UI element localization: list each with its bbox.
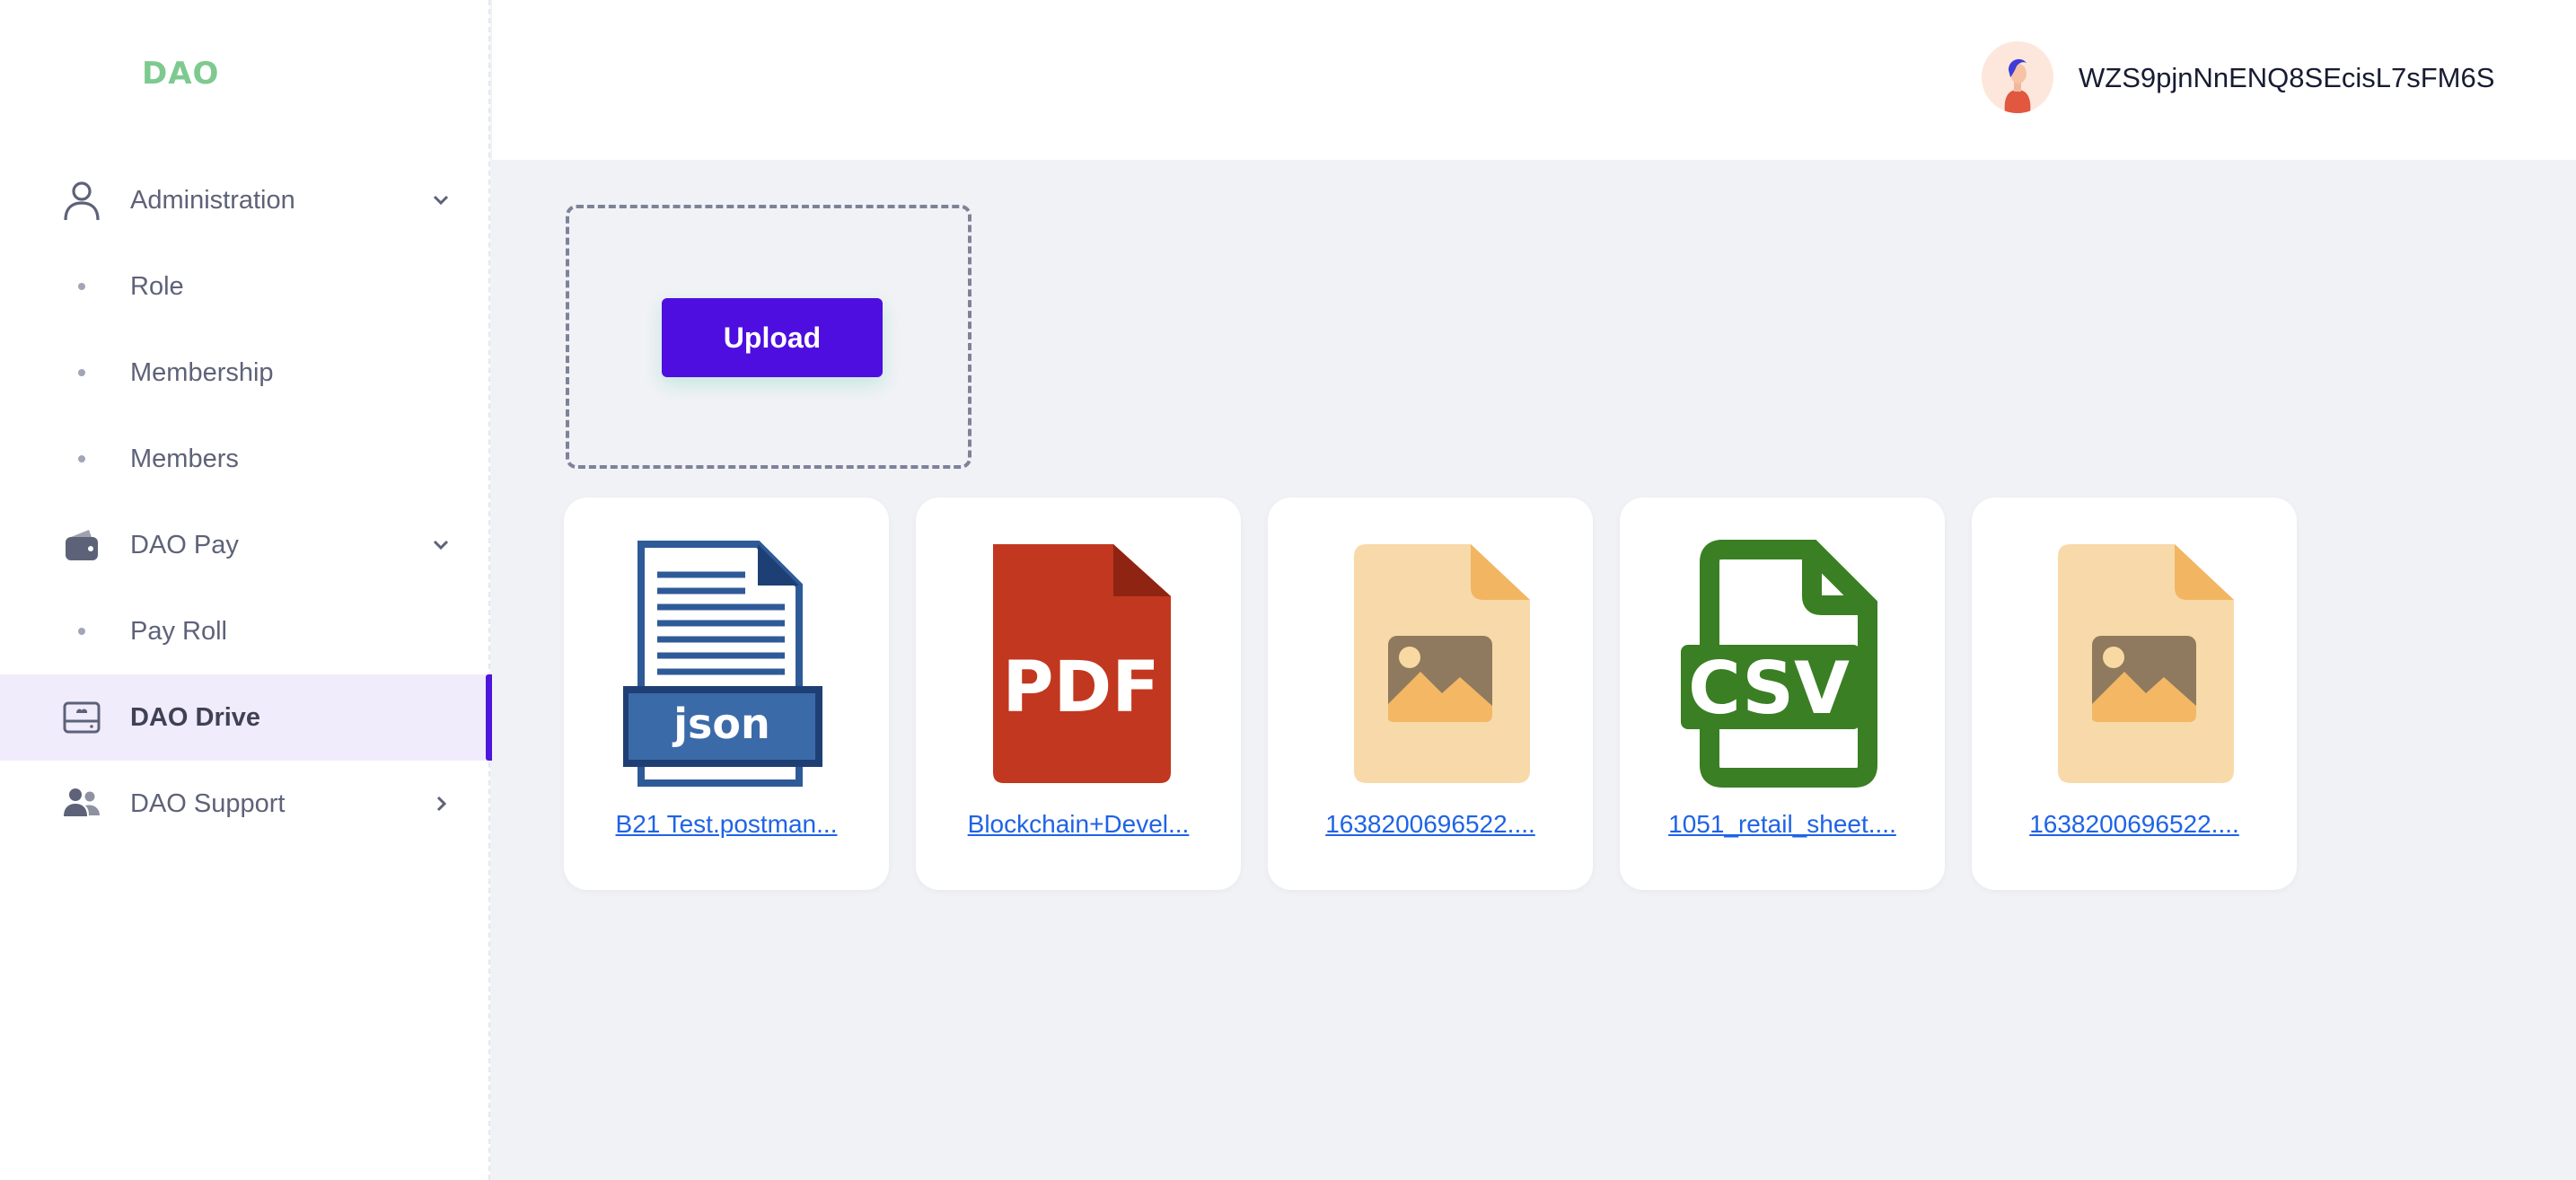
sidebar-item-membership[interactable]: Membership xyxy=(0,330,490,416)
sidebar-item-role[interactable]: Role xyxy=(0,243,490,330)
bullet xyxy=(78,628,85,635)
sidebar-nav: Administration Role Membership Members D… xyxy=(0,157,492,847)
top-header: WZS9pjnNnENQ8SEcisL7sFM6S xyxy=(492,0,2576,160)
json-file-icon: json xyxy=(621,539,830,788)
pdf-badge: PDF xyxy=(1002,647,1159,728)
drive-icon xyxy=(59,695,104,740)
file-card[interactable]: PDF Blockchain+Devel... xyxy=(916,498,1241,890)
sidebar-item-label: Membership xyxy=(130,357,274,387)
people-icon xyxy=(59,781,104,826)
file-card[interactable]: json B21 Test.postman... xyxy=(564,498,889,890)
avatar-icon[interactable] xyxy=(1982,41,2053,113)
sidebar-item-label: Members xyxy=(130,444,239,473)
image-file-icon xyxy=(1327,539,1534,788)
chevron-down-icon xyxy=(427,187,454,214)
file-name-link[interactable]: 1051_retail_sheet.... xyxy=(1620,810,1945,839)
csv-badge: CSV xyxy=(1688,647,1850,730)
bullet xyxy=(78,455,85,462)
sidebar-item-label: DAO Support xyxy=(130,788,286,818)
file-name-link[interactable]: Blockchain+Devel... xyxy=(916,810,1241,839)
chevron-down-icon xyxy=(427,532,454,559)
upload-dropzone[interactable]: Upload xyxy=(566,205,971,469)
csv-file-icon: CSV xyxy=(1679,539,1886,788)
user-icon xyxy=(59,178,104,223)
file-name-link[interactable]: 1638200696522.... xyxy=(1972,810,2297,839)
file-name-link[interactable]: 1638200696522.... xyxy=(1268,810,1593,839)
sidebar-item-label: DAO Drive xyxy=(130,702,261,732)
bullet xyxy=(78,283,85,290)
username[interactable]: WZS9pjnNnENQ8SEcisL7sFM6S xyxy=(2079,62,2494,94)
chevron-right-icon xyxy=(427,790,454,817)
file-card[interactable]: CSV 1051_retail_sheet.... xyxy=(1620,498,1945,890)
bullet xyxy=(78,369,85,376)
sidebar-item-label: DAO Pay xyxy=(130,530,239,559)
sidebar-item-members[interactable]: Members xyxy=(0,416,490,502)
upload-button[interactable]: Upload xyxy=(662,298,883,377)
file-card[interactable]: 1638200696522.... xyxy=(1972,498,2297,890)
app-logo[interactable]: DAO xyxy=(142,56,219,92)
json-badge: json xyxy=(672,700,770,748)
sidebar-item-label: Role xyxy=(130,271,184,301)
pdf-file-icon: PDF xyxy=(975,539,1182,788)
sidebar-item-label: Administration xyxy=(130,185,295,215)
file-name-link[interactable]: B21 Test.postman... xyxy=(564,810,889,839)
file-card[interactable]: 1638200696522.... xyxy=(1268,498,1593,890)
sidebar-item-administration[interactable]: Administration xyxy=(0,157,490,243)
image-file-icon xyxy=(2031,539,2238,788)
wallet-icon xyxy=(59,523,104,568)
sidebar-item-dao-pay[interactable]: DAO Pay xyxy=(0,502,490,588)
sidebar-item-label: Pay Roll xyxy=(130,616,227,646)
sidebar-item-dao-drive[interactable]: DAO Drive xyxy=(0,674,492,761)
sidebar-item-pay-roll[interactable]: Pay Roll xyxy=(0,588,490,674)
sidebar-item-dao-support[interactable]: DAO Support xyxy=(0,761,490,847)
sidebar: DAO Administration Role Membership Membe… xyxy=(0,0,492,1180)
